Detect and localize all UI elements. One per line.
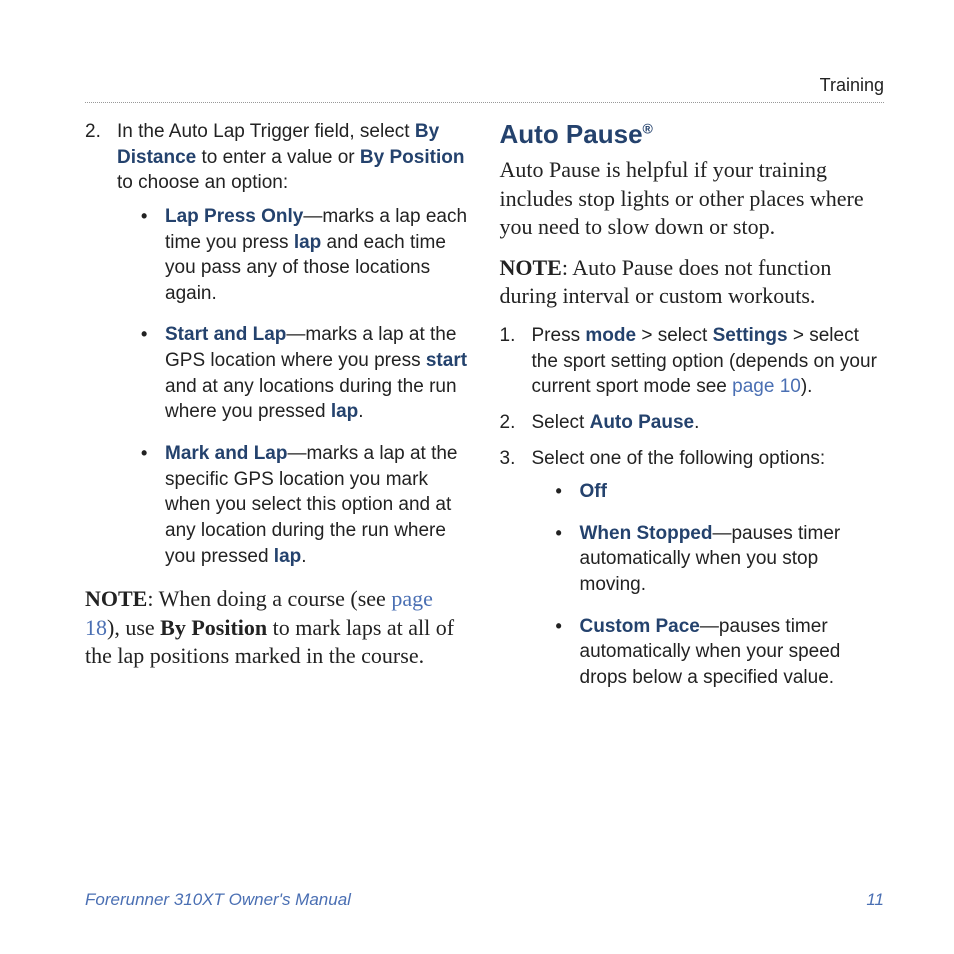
right-step-3: 3. Select one of the following options: … <box>500 446 885 691</box>
note-text: : When doing a course (see <box>147 586 391 611</box>
bullet-when-stopped: When Stopped—pauses timer automatically … <box>550 521 885 598</box>
footer-page-number: 11 <box>866 890 884 910</box>
bullet-custom-pace: Custom Pace—pauses timer automatically w… <box>550 614 885 691</box>
left-note: NOTE: When doing a course (see page 18),… <box>85 585 470 671</box>
left-column: 2. In the Auto Lap Trigger field, select… <box>85 119 470 707</box>
page-header: Training <box>85 75 884 103</box>
registered-icon: ® <box>643 120 653 136</box>
right-step-1: 1. Press mode > select Settings > select… <box>500 323 885 400</box>
note-label: NOTE <box>85 586 147 611</box>
right-note: NOTE: Auto Pause does not function durin… <box>500 254 885 311</box>
step-number: 2. <box>500 410 516 436</box>
bullet-text: . <box>301 546 306 567</box>
link-page-10[interactable]: page 10 <box>732 376 801 397</box>
footer-manual-title: Forerunner 310XT Owner's Manual <box>85 890 351 910</box>
step-text: to enter a value or <box>196 147 360 168</box>
bullet-title: Lap Press Only <box>165 206 303 227</box>
term-settings: Settings <box>713 325 788 346</box>
step-number: 2. <box>85 119 101 145</box>
step-text: > select <box>636 325 713 346</box>
step-number: 1. <box>500 323 516 349</box>
section-title-auto-pause: Auto Pause® <box>500 119 885 150</box>
page-footer: Forerunner 310XT Owner's Manual 11 <box>85 890 884 910</box>
bullet-title: Custom Pace <box>580 616 700 637</box>
step-text: Press <box>532 325 586 346</box>
term-lap: lap <box>294 232 321 253</box>
step-text: In the Auto Lap Trigger field, select <box>117 121 415 142</box>
right-step-2: 2. Select Auto Pause. <box>500 410 885 436</box>
step-text: ). <box>801 376 813 397</box>
bullet-title: Start and Lap <box>165 324 286 345</box>
term-lap: lap <box>331 401 358 422</box>
right-column: Auto Pause® Auto Pause is helpful if you… <box>500 119 885 707</box>
term-lap: lap <box>274 546 301 567</box>
step-text: to choose an option: <box>117 172 288 193</box>
bullet-title: Off <box>580 481 607 502</box>
term-start: start <box>426 350 467 371</box>
term-mode: mode <box>585 325 636 346</box>
bullet-title: Mark and Lap <box>165 443 287 464</box>
step-text: . <box>694 412 699 433</box>
term-auto-pause: Auto Pause <box>590 412 695 433</box>
header-section: Training <box>820 75 884 95</box>
note-text: ), use <box>107 615 160 640</box>
step-text: Select one of the following options: <box>532 448 826 469</box>
bullet-text: and at any locations during the run wher… <box>165 376 457 423</box>
bullet-lap-press-only: Lap Press Only—marks a lap each time you… <box>135 204 470 307</box>
bullet-off: Off <box>550 479 885 505</box>
bullet-start-and-lap: Start and Lap—marks a lap at the GPS loc… <box>135 322 470 425</box>
note-label: NOTE <box>500 255 562 280</box>
intro-paragraph: Auto Pause is helpful if your training i… <box>500 156 885 242</box>
term-by-position: By Position <box>160 615 267 640</box>
title-text: Auto Pause <box>500 119 643 149</box>
bullet-mark-and-lap: Mark and Lap—marks a lap at the specific… <box>135 441 470 569</box>
step-text: Select <box>532 412 590 433</box>
term-by-position: By Position <box>360 147 465 168</box>
left-step-2: 2. In the Auto Lap Trigger field, select… <box>85 119 470 569</box>
step-number: 3. <box>500 446 516 472</box>
bullet-text: . <box>358 401 363 422</box>
bullet-title: When Stopped <box>580 523 713 544</box>
